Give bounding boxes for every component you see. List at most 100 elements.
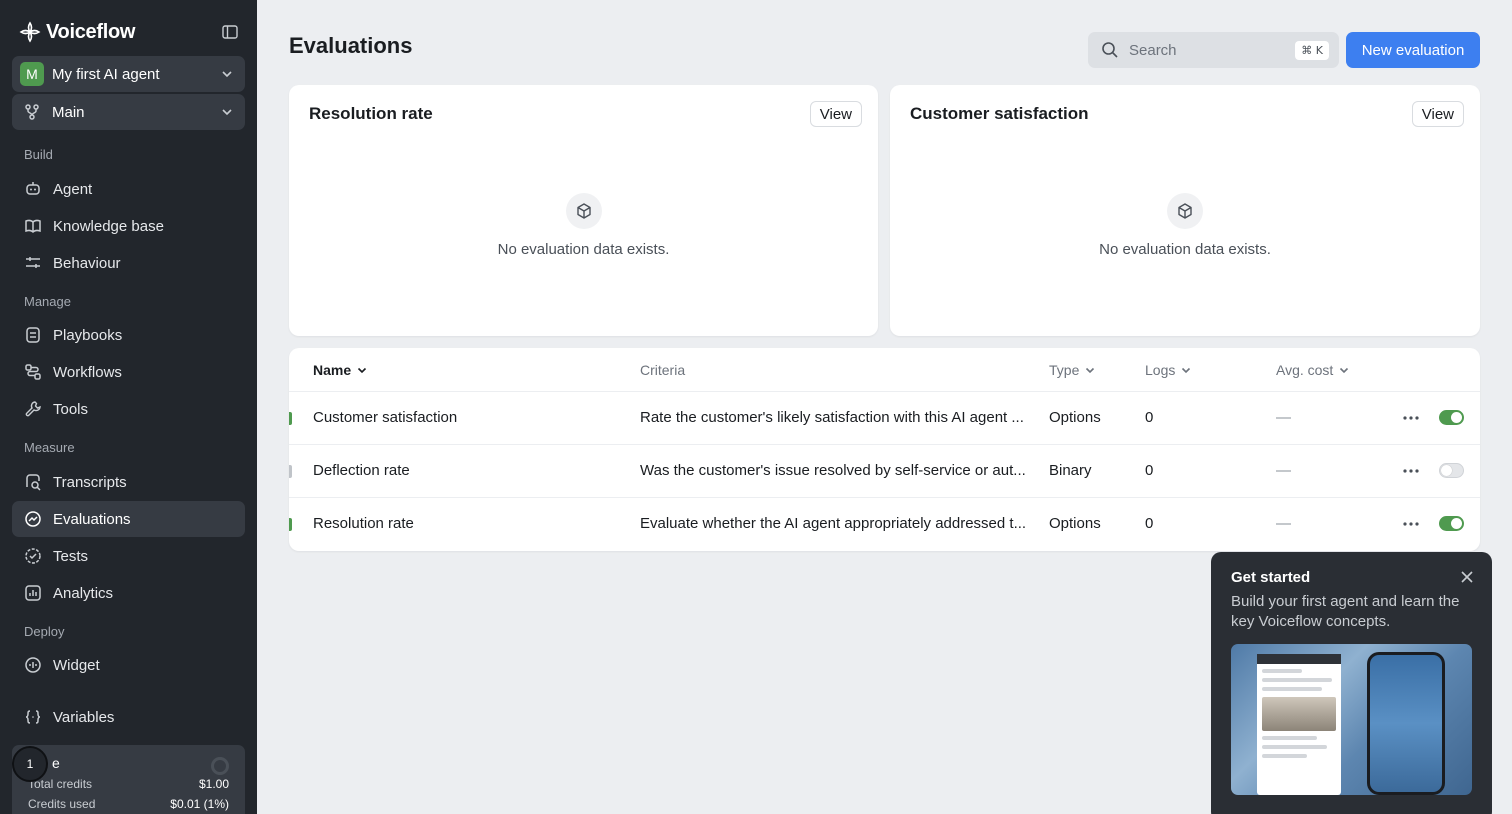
playbook-icon (24, 326, 42, 344)
section-label-deploy: Deploy (24, 624, 65, 639)
view-button[interactable]: View (1411, 101, 1464, 127)
more-options-button[interactable] (1402, 461, 1420, 481)
sidebar-item-analytics[interactable]: Analytics (12, 575, 245, 611)
check-badge-icon (24, 547, 42, 565)
sidebar-item-label: Analytics (53, 584, 114, 602)
chat-line-illustration (1262, 745, 1327, 749)
table-row[interactable]: Customer satisfaction Rate the customer'… (289, 392, 1480, 445)
sidebar-item-label: Tests (53, 547, 89, 565)
sidebar-item-evaluations[interactable]: Evaluations (12, 501, 245, 537)
credits-title: e (52, 755, 60, 771)
chevron-down-icon (358, 367, 367, 373)
phone-screen-illustration (1370, 655, 1442, 792)
row-name: Deflection rate (313, 462, 410, 479)
column-header-avg-cost[interactable]: Avg. cost (1276, 362, 1349, 378)
more-options-button[interactable] (1402, 408, 1420, 428)
sidebar-item-variables[interactable]: Variables (12, 699, 245, 735)
table-row[interactable]: Deflection rate Was the customer's issue… (289, 445, 1480, 498)
get-started-description: Build your first agent and learn the key… (1231, 593, 1460, 630)
row-criteria: Evaluate whether the AI agent appropriat… (640, 515, 1027, 532)
evaluations-table: Name Criteria Type Logs Avg. cost Custom… (289, 348, 1480, 551)
chevron-down-icon (1086, 367, 1095, 373)
empty-state-text: No evaluation data exists. (1099, 241, 1271, 258)
column-header-name[interactable]: Name (313, 362, 367, 378)
chat-header-illustration (1257, 654, 1341, 664)
credits-panel[interactable]: e Total credits $1.00 Credits used $0.01… (12, 745, 245, 814)
agent-avatar: M (20, 62, 44, 86)
ellipsis-icon (1403, 416, 1419, 420)
chevron-down-icon (222, 109, 232, 116)
brand-name: Voiceflow (46, 20, 136, 43)
toggle-knob (1451, 518, 1462, 529)
chevron-down-icon (222, 71, 232, 78)
branch-icon (20, 100, 44, 124)
status-indicator (289, 465, 292, 478)
status-indicator (289, 412, 292, 425)
voiceflow-logo[interactable]: Voiceflow (18, 20, 135, 44)
agent-selector-label: My first AI agent (52, 65, 160, 83)
view-button[interactable]: View (809, 101, 862, 127)
get-started-preview-image[interactable] (1231, 644, 1472, 795)
toggle-knob (1451, 412, 1462, 423)
robot-icon (24, 180, 42, 198)
sidebar-item-playbooks[interactable]: Playbooks (12, 317, 245, 353)
sidebar-item-agent[interactable]: Agent (12, 171, 245, 207)
row-logs: 0 (1145, 515, 1154, 532)
branch-selector[interactable]: Main (12, 94, 245, 130)
row-logs: 0 (1145, 462, 1154, 479)
sidebar-item-tools[interactable]: Tools (12, 391, 245, 427)
sidebar-item-tests[interactable]: Tests (12, 538, 245, 574)
sidebar-item-label: Evaluations (53, 510, 131, 528)
sidebar-item-label: Agent (53, 180, 93, 198)
enable-toggle[interactable] (1439, 516, 1464, 531)
section-label-manage: Manage (24, 294, 71, 309)
sidebar-collapse-button[interactable] (220, 22, 240, 42)
wrench-icon (24, 400, 42, 418)
close-button[interactable] (1460, 570, 1474, 584)
column-header-type[interactable]: Type (1049, 362, 1095, 378)
chat-line-illustration (1262, 687, 1322, 691)
credits-total-row: Total credits $1.00 (28, 777, 229, 791)
branch-selector-label: Main (52, 103, 85, 121)
search-placeholder: Search (1129, 41, 1177, 59)
credits-used-value: $0.01 (1%) (170, 797, 229, 811)
enable-toggle[interactable] (1439, 410, 1464, 425)
section-label-measure: Measure (24, 440, 75, 455)
agent-selector[interactable]: M My first AI agent (12, 56, 245, 92)
card-title: Customer satisfaction (910, 104, 1089, 123)
column-label: Type (1049, 362, 1080, 378)
get-started-title: Get started (1231, 569, 1311, 586)
gauge-icon (24, 510, 42, 528)
customer-satisfaction-card: Customer satisfaction View No evaluation… (890, 85, 1480, 336)
more-options-button[interactable] (1402, 514, 1420, 534)
sidebar-item-label: Transcripts (53, 473, 127, 491)
chat-line-illustration (1262, 678, 1332, 682)
column-label: Criteria (640, 362, 686, 378)
book-icon (24, 217, 42, 235)
empty-state-text: No evaluation data exists. (497, 241, 670, 258)
toggle-knob (1441, 465, 1452, 476)
table-row[interactable]: Resolution rate Evaluate whether the AI … (289, 498, 1480, 551)
row-criteria: Was the customer's issue resolved by sel… (640, 462, 1026, 479)
sidebar-item-label: Knowledge base (53, 217, 164, 235)
sidebar-item-widget[interactable]: Widget (12, 647, 245, 683)
credits-progress-ring (211, 757, 229, 775)
column-header-logs[interactable]: Logs (1145, 362, 1191, 378)
chevron-down-icon (1182, 367, 1191, 373)
workflow-icon (24, 363, 42, 381)
credits-used-row: Credits used $0.01 (1%) (28, 797, 229, 811)
bar-chart-icon (24, 584, 42, 602)
enable-toggle[interactable] (1439, 463, 1464, 478)
get-started-popup: Get started Build your first agent and l… (1211, 552, 1492, 814)
onboarding-step-badge[interactable]: 1 (12, 746, 48, 782)
new-evaluation-button[interactable]: New evaluation (1346, 32, 1480, 68)
sidebar-item-knowledge-base[interactable]: Knowledge base (12, 208, 245, 244)
chat-line-illustration (1262, 736, 1317, 740)
sidebar-item-label: Workflows (53, 363, 122, 381)
search-input[interactable]: Search ⌘ K (1088, 32, 1339, 68)
sidebar-item-workflows[interactable]: Workflows (12, 354, 245, 390)
sidebar-item-transcripts[interactable]: Transcripts (12, 464, 245, 500)
sidebar: Voiceflow M My first AI agent Main Build… (0, 0, 257, 814)
sidebar-item-behaviour[interactable]: Behaviour (12, 245, 245, 281)
cube-icon (565, 193, 602, 229)
